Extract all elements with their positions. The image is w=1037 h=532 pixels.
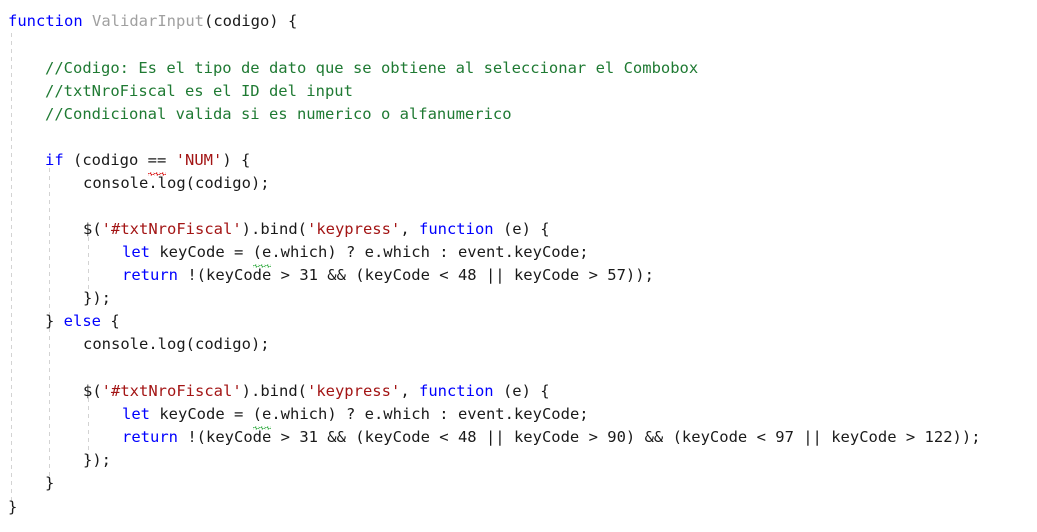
code-token: function <box>418 382 494 400</box>
code-token: (codigo) { <box>203 12 298 30</box>
code-line[interactable]: $('#txtNroFiscal').bind('keypress', func… <box>83 218 550 241</box>
code-token: } <box>45 474 55 492</box>
warning-squiggle-token: (e <box>252 241 271 269</box>
code-token: ) { <box>222 151 251 169</box>
code-token: }); <box>83 451 111 469</box>
code-line[interactable]: //txtNroFiscal es el ID del input <box>45 80 353 103</box>
code-token: let <box>122 405 150 423</box>
code-token: //txtNroFiscal es el ID del input <box>45 82 353 100</box>
code-line[interactable]: } <box>8 496 17 519</box>
code-token: return <box>122 428 178 446</box>
code-token: ValidarInput <box>92 12 204 30</box>
code-line[interactable]: return !(keyCode > 31 && (keyCode < 48 |… <box>122 426 981 449</box>
code-token: } <box>45 312 64 330</box>
code-token: !(keyCode > 31 && (keyCode < 48 || keyCo… <box>178 266 654 284</box>
code-token: , <box>400 220 419 238</box>
code-line[interactable]: return !(keyCode > 31 && (keyCode < 48 |… <box>122 264 654 287</box>
code-token: ).bind( <box>241 220 307 238</box>
code-token: let <box>122 243 150 261</box>
code-token: $( <box>83 220 102 238</box>
indent-guide <box>11 33 12 503</box>
code-token: '#txtNroFiscal' <box>101 382 242 400</box>
code-token: !(keyCode > 31 && (keyCode < 48 || keyCo… <box>178 428 981 446</box>
code-line[interactable]: } else { <box>45 310 120 333</box>
code-line[interactable]: function ValidarInput(codigo) { <box>8 10 297 33</box>
code-token: keyCode = <box>150 243 253 261</box>
code-token: 'NUM' <box>175 151 223 169</box>
code-line[interactable]: } <box>45 472 54 495</box>
code-token: ).bind( <box>241 382 307 400</box>
code-token: (e) { <box>493 220 550 238</box>
code-token: } <box>8 498 18 516</box>
code-token: , <box>400 382 419 400</box>
code-token: console.log(codigo); <box>83 335 270 353</box>
code-editor[interactable]: function ValidarInput(codigo) {//Codigo:… <box>0 0 1037 532</box>
code-line[interactable]: let keyCode = (e.which) ? e.which : even… <box>122 241 589 269</box>
code-token: 'keypress' <box>306 382 401 400</box>
code-line[interactable]: if (codigo == 'NUM') { <box>45 149 251 177</box>
code-token: $( <box>83 382 102 400</box>
code-line[interactable]: $('#txtNroFiscal').bind('keypress', func… <box>83 380 550 403</box>
code-line[interactable]: console.log(codigo); <box>83 172 270 195</box>
code-token: .which) ? e.which : event.keyCode; <box>271 243 589 261</box>
code-token: console.log(codigo); <box>83 174 270 192</box>
code-line[interactable]: let keyCode = (e.which) ? e.which : even… <box>122 403 589 431</box>
code-token: { <box>101 312 120 330</box>
code-line[interactable]: }); <box>83 287 111 310</box>
code-line[interactable]: //Condicional valida si es numerico o al… <box>45 103 512 126</box>
code-line[interactable]: //Codigo: Es el tipo de dato que se obti… <box>45 57 698 80</box>
code-token: else <box>63 312 101 330</box>
code-token: return <box>122 266 178 284</box>
code-token: '#txtNroFiscal' <box>101 220 242 238</box>
warning-squiggle-token: (e <box>252 403 271 431</box>
code-token: if <box>45 151 64 169</box>
code-token: 'keypress' <box>306 220 401 238</box>
code-token: //Condicional valida si es numerico o al… <box>45 105 512 123</box>
code-token: .which) ? e.which : event.keyCode; <box>271 405 589 423</box>
code-token: }); <box>83 289 111 307</box>
code-token: (codigo <box>63 151 148 169</box>
code-token: (e) { <box>493 382 550 400</box>
code-line[interactable]: }); <box>83 449 111 472</box>
code-token: function <box>418 220 494 238</box>
code-token: keyCode = <box>150 405 253 423</box>
error-squiggle-token: == <box>147 149 166 177</box>
code-token: function <box>8 12 83 30</box>
code-line[interactable]: console.log(codigo); <box>83 333 270 356</box>
code-token: //Codigo: Es el tipo de dato que se obti… <box>45 59 699 77</box>
